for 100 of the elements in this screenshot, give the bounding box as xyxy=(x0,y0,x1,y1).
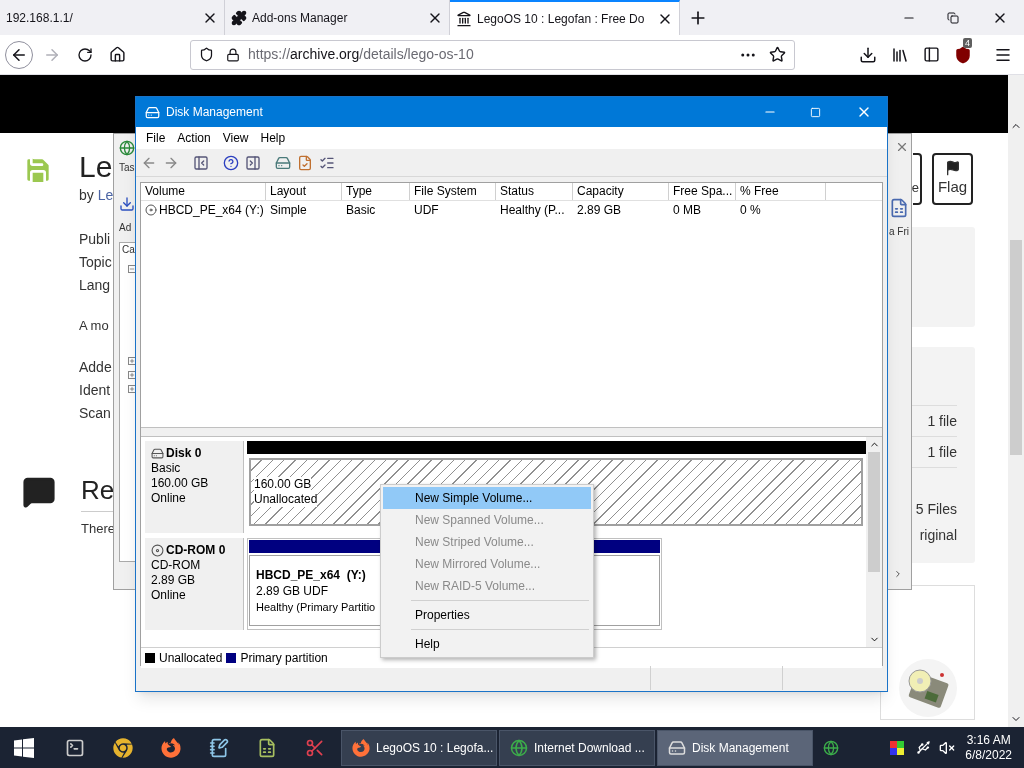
flag-button[interactable]: Flag xyxy=(932,153,973,205)
author-link[interactable]: Le xyxy=(97,187,114,203)
clock-time[interactable]: 3:16 AM xyxy=(966,732,1011,748)
globe-icon[interactable] xyxy=(823,739,839,756)
hard-drive-icon xyxy=(151,447,164,460)
notebook-icon[interactable] xyxy=(209,737,229,758)
legend-label: Unallocated xyxy=(159,650,223,667)
disk-label-panel[interactable]: Disk 0 Basic 160.00 GB Online xyxy=(145,441,244,533)
lock-icon[interactable] xyxy=(226,47,240,62)
terminal-icon[interactable] xyxy=(65,737,85,758)
partition-label: Unallocated xyxy=(254,492,318,507)
taskbar-button[interactable]: Internet Download ... xyxy=(499,729,655,766)
drive-icon[interactable] xyxy=(275,154,291,171)
table-cell-text: 0 % xyxy=(740,202,761,219)
toolbar-label: a Fri xyxy=(889,226,909,238)
firefox-icon xyxy=(352,738,370,757)
column-header[interactable]: Volume xyxy=(141,183,266,200)
scrollbar[interactable] xyxy=(866,437,882,647)
byline: by Le xyxy=(79,186,114,205)
column-header[interactable]: File System xyxy=(410,183,496,200)
speech-bubble-icon xyxy=(22,475,56,509)
spreadsheet-icon[interactable] xyxy=(257,737,277,758)
scrollbar-thumb[interactable] xyxy=(1010,240,1022,455)
detail-label: Adde xyxy=(79,358,112,377)
clock-date[interactable]: 6/8/2022 xyxy=(965,747,1012,763)
color-palette-icon[interactable] xyxy=(890,740,905,755)
maximize-button[interactable] xyxy=(810,106,821,118)
hard-drive-icon xyxy=(668,738,686,757)
context-menu-item[interactable]: New Simple Volume... xyxy=(383,487,591,509)
chrome-icon[interactable] xyxy=(113,737,133,758)
help-icon[interactable] xyxy=(223,154,239,171)
window-title: Disk Management xyxy=(166,104,263,121)
partition-size: 2.89 GB UDF xyxy=(256,582,329,599)
flag-icon xyxy=(944,159,961,176)
browser-tab[interactable]: LegoOS 10 : Legofan : Free Do xyxy=(450,0,680,35)
detail-label: Ident xyxy=(79,381,111,400)
context-menu-item[interactable]: Help xyxy=(383,633,591,655)
taskbar-button[interactable]: LegoOS 10 : Legofa... xyxy=(341,729,497,766)
action-pane-icon[interactable] xyxy=(245,154,261,171)
disc-icon xyxy=(145,204,157,216)
menu-item[interactable]: File xyxy=(140,129,172,147)
globe-icon xyxy=(510,738,528,757)
partition-status: Healthy (Primary Partitio xyxy=(256,599,376,615)
original-label: riginal xyxy=(918,526,957,544)
windows-logo-icon[interactable] xyxy=(14,737,34,758)
metadata-label: Publi xyxy=(79,230,111,249)
taskbar-button[interactable]: Disk Management xyxy=(657,729,813,766)
puzzle-icon xyxy=(231,9,247,26)
disk-type: CD-ROM xyxy=(151,558,202,573)
partition-size: 160.00 GB xyxy=(254,477,312,492)
disk-size: 2.89 GB xyxy=(151,573,197,588)
shield-icon[interactable] xyxy=(199,47,214,62)
disk-drive-icon xyxy=(897,659,958,717)
column-header[interactable]: Layout xyxy=(266,183,342,200)
globe-icon xyxy=(119,140,135,156)
column-header[interactable]: Status xyxy=(496,183,573,200)
metadata-label: Topic xyxy=(79,253,112,272)
toolbar-label: Tas xyxy=(119,162,135,174)
sidebar-icon[interactable] xyxy=(923,46,940,63)
disc-icon xyxy=(151,544,164,557)
download-icon[interactable] xyxy=(859,45,877,64)
scroll-right-icon[interactable] xyxy=(893,569,903,579)
checklist-icon[interactable] xyxy=(297,154,313,171)
reload-button[interactable] xyxy=(77,46,93,63)
disk-name: Disk 0 xyxy=(166,446,202,461)
disk-status: Online xyxy=(151,588,187,603)
restore-button[interactable] xyxy=(947,11,959,24)
panel-header: Ca xyxy=(121,243,136,257)
column-header[interactable]: Type xyxy=(342,183,410,200)
shield-extension-icon[interactable] xyxy=(954,45,972,64)
context-menu-item[interactable]: Properties xyxy=(383,604,591,626)
firefox-icon[interactable] xyxy=(161,737,181,758)
scissors-icon[interactable] xyxy=(305,737,325,758)
muted-speaker-icon[interactable] xyxy=(939,739,956,756)
download-icon[interactable] xyxy=(119,196,135,212)
library-icon[interactable] xyxy=(891,45,909,64)
scrollbar-thumb[interactable] xyxy=(868,452,880,572)
home-button[interactable] xyxy=(109,46,126,63)
bookmark-star-icon[interactable] xyxy=(769,46,786,63)
column-header[interactable]: % Free xyxy=(736,183,826,200)
disk-type: Basic xyxy=(151,461,182,476)
partition-name: HBCD_PE_x64 (Y:) xyxy=(256,566,366,583)
landmark-icon xyxy=(456,10,472,27)
address-bar[interactable]: https://archive.org/details/lego-os-10 xyxy=(190,39,795,70)
console-tree-icon[interactable] xyxy=(193,154,209,171)
scrollbar[interactable] xyxy=(1008,75,1024,727)
table-cell-text: Healthy (P... xyxy=(500,202,565,219)
menu-item[interactable]: Action xyxy=(171,129,217,147)
menu-item[interactable]: Help xyxy=(254,129,292,147)
column-header[interactable]: Capacity xyxy=(573,183,669,200)
detail-label: Scan xyxy=(79,404,111,423)
url-text: https://archive.org/details/lego-os-10 xyxy=(248,45,474,64)
close-icon[interactable] xyxy=(895,140,909,154)
disk-management-icon xyxy=(145,104,160,120)
description-text: A mo xyxy=(79,317,109,335)
menu-item[interactable]: View xyxy=(216,129,255,147)
usb-icon[interactable] xyxy=(916,740,932,755)
column-header[interactable]: Free Spa... xyxy=(669,183,736,200)
disk-label-panel[interactable]: CD-ROM 0 CD-ROM 2.89 GB Online xyxy=(145,538,244,630)
table-cell-text: 2.89 GB xyxy=(577,202,622,219)
